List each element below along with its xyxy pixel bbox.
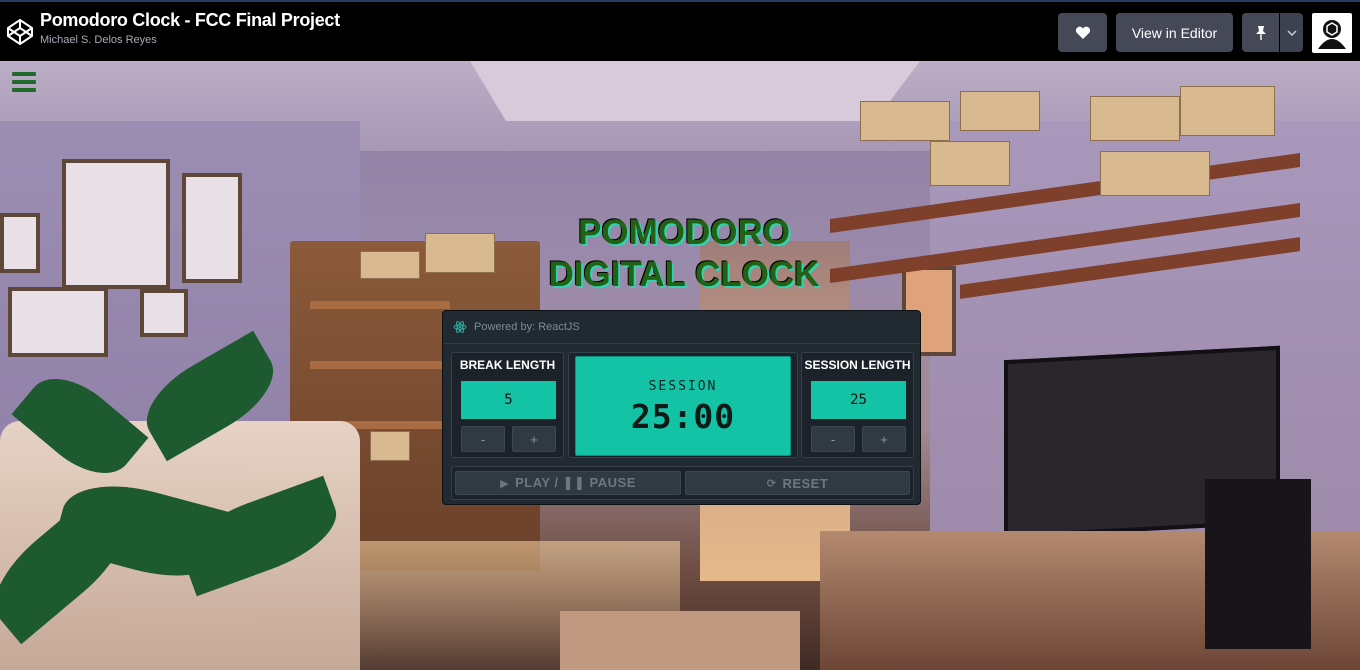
timer-display: SESSION 25:00: [575, 356, 791, 456]
session-length-label: SESSION LENGTH: [804, 358, 911, 372]
break-length-label: BREAK LENGTH: [459, 358, 556, 372]
user-avatar-icon: [1318, 20, 1346, 49]
break-length-value: 5: [461, 381, 556, 419]
user-avatar[interactable]: [1312, 13, 1352, 53]
powered-by-text: Powered by: ReactJS: [474, 321, 580, 333]
picture-frame: [182, 173, 242, 283]
pen-title: Pomodoro Clock - FCC Final Project: [40, 10, 340, 30]
clock-header: Powered by: ReactJS: [443, 311, 920, 344]
speaker: [1205, 479, 1311, 649]
pin-icon: [1255, 25, 1266, 40]
chevron-down-icon: [1286, 29, 1297, 36]
heart-icon: [1075, 26, 1090, 39]
session-increment-button[interactable]: +: [862, 426, 906, 452]
pen-title-block: Pomodoro Clock - FCC Final Project Micha…: [40, 10, 340, 46]
coffee-table: [560, 611, 800, 670]
reset-label: RESET: [782, 475, 829, 491]
hamburger-menu-icon[interactable]: [12, 72, 36, 92]
headline-line-1: POMODORO: [578, 213, 790, 252]
break-length-panel: BREAK LENGTH 5 - +: [451, 352, 564, 458]
react-logo-icon: [453, 321, 467, 333]
picture-frame: [62, 159, 170, 289]
break-increment-button[interactable]: +: [512, 426, 556, 452]
headline-line-2: DIGITAL CLOCK: [548, 255, 820, 294]
pomodoro-clock: Powered by: ReactJS BREAK LENGTH 5 - + S…: [442, 310, 921, 505]
codepen-logo-icon[interactable]: [6, 18, 34, 46]
reset-button[interactable]: ⟳ RESET: [685, 471, 910, 495]
break-decrement-button[interactable]: -: [461, 426, 505, 452]
session-length-panel: SESSION LENGTH 25 - +: [801, 352, 914, 458]
picture-frame: [0, 213, 40, 273]
like-button[interactable]: [1058, 13, 1107, 52]
page-headline: POMODORO DIGITAL CLOCK: [484, 212, 884, 296]
pen-author[interactable]: Michael S. Delos Reyes: [40, 34, 340, 46]
refresh-icon: ⟳: [766, 477, 777, 490]
pin-options-button[interactable]: [1280, 13, 1303, 52]
pin-button[interactable]: [1242, 13, 1279, 52]
session-length-value: 25: [811, 381, 906, 419]
time-left: 25:00: [630, 397, 736, 436]
timer-label: SESSION: [648, 379, 718, 394]
play-pause-label: PLAY / ❚❚ PAUSE: [515, 475, 636, 490]
play-pause-button[interactable]: ▶ PLAY / ❚❚ PAUSE: [455, 471, 681, 495]
picture-frame: [8, 287, 108, 357]
top-bar: Pomodoro Clock - FCC Final Project Micha…: [0, 0, 1360, 61]
view-in-editor-button[interactable]: View in Editor: [1116, 13, 1233, 52]
picture-frame: [140, 289, 188, 337]
play-icon: ▶: [500, 477, 510, 490]
session-decrement-button[interactable]: -: [811, 426, 855, 452]
